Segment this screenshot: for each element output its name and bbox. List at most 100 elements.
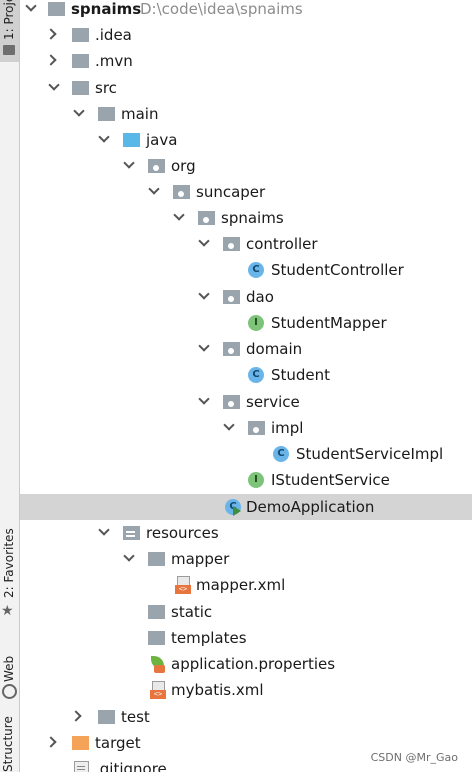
chevron-down-icon[interactable] xyxy=(198,288,210,300)
tree-node-label: test xyxy=(121,708,150,726)
tree-node-mvn[interactable]: .mvn xyxy=(20,48,472,74)
tree-node-label: spnaims xyxy=(71,0,142,18)
chevron-down-icon[interactable] xyxy=(198,393,210,405)
tree-node-label: spnaims xyxy=(221,209,284,227)
folder-icon xyxy=(72,54,89,68)
tree-node-label: StudentServiceImpl xyxy=(296,445,444,463)
tree-node-mapper-xml[interactable]: <> mapper.xml xyxy=(20,572,472,598)
package-icon xyxy=(198,211,215,225)
tree-node-src[interactable]: src xyxy=(20,75,472,101)
tree-node-dao[interactable]: dao xyxy=(20,284,472,310)
folder-icon xyxy=(98,107,115,121)
tree-node-label: mybatis.xml xyxy=(171,681,264,699)
chevron-down-icon[interactable] xyxy=(198,235,210,247)
tree-node-label: mapper xyxy=(171,550,230,568)
tool-tab-web[interactable]: Web xyxy=(0,648,19,704)
tree-node-service[interactable]: service xyxy=(20,389,472,415)
tree-node-test[interactable]: test xyxy=(20,704,472,730)
class-icon: C xyxy=(248,367,264,383)
chevron-down-icon[interactable] xyxy=(223,419,235,431)
project-tree: spnaims D:\code\idea\spnaims .idea .mvn … xyxy=(20,0,472,772)
tree-node-idea[interactable]: .idea xyxy=(20,22,472,48)
chevron-right-icon[interactable] xyxy=(70,710,82,722)
chevron-down-icon[interactable] xyxy=(98,524,110,536)
chevron-down-icon[interactable] xyxy=(48,79,60,91)
package-icon xyxy=(223,395,240,409)
tree-node-main[interactable]: main xyxy=(20,101,472,127)
tree-node-impl[interactable]: impl xyxy=(20,415,472,441)
folder-icon xyxy=(148,605,165,619)
tree-node-label: impl xyxy=(271,419,304,437)
tree-node-label: dao xyxy=(246,288,274,306)
globe-icon xyxy=(2,684,17,699)
source-folder-icon xyxy=(123,133,140,147)
tree-node-label: .idea xyxy=(95,26,132,44)
tree-node-label: static xyxy=(171,603,213,621)
tree-node-label: DemoApplication xyxy=(246,498,375,516)
tree-node-application-properties[interactable]: application.properties xyxy=(20,651,472,677)
chevron-down-icon[interactable] xyxy=(123,157,135,169)
project-path: D:\code\idea\spnaims xyxy=(140,0,303,18)
tool-tab-structure[interactable]: Structure xyxy=(0,716,19,772)
class-icon: C xyxy=(273,446,289,462)
resources-folder-icon xyxy=(123,526,140,540)
tree-node-label: src xyxy=(95,79,117,97)
tree-node-label: .mvn xyxy=(95,52,133,70)
excluded-folder-icon xyxy=(72,736,89,750)
tree-node-java[interactable]: java xyxy=(20,127,472,153)
tree-node-mybatis-xml[interactable]: <> mybatis.xml xyxy=(20,677,472,703)
tool-tab-project[interactable]: 1: Project xyxy=(0,0,19,62)
spring-properties-icon xyxy=(150,656,166,673)
tree-node-student[interactable]: C Student xyxy=(20,362,472,388)
chevron-right-icon[interactable] xyxy=(45,736,57,748)
tree-node-istudent-service[interactable]: I IStudentService xyxy=(20,467,472,493)
folder-icon xyxy=(72,28,89,42)
tree-node-spnaims-package[interactable]: spnaims xyxy=(20,205,472,231)
tree-node-templates[interactable]: templates xyxy=(20,625,472,651)
class-icon: C xyxy=(248,262,264,278)
tree-node-mapper-folder[interactable]: mapper xyxy=(20,546,472,572)
chevron-down-icon[interactable] xyxy=(98,131,110,143)
tool-tab-favorites[interactable]: 2: Favorites ★ xyxy=(0,528,19,622)
star-icon: ★ xyxy=(1,603,14,619)
chevron-right-icon[interactable] xyxy=(45,28,57,40)
left-tool-strip: 1: Project 2: Favorites ★ Web Structure xyxy=(0,0,20,772)
chevron-down-icon[interactable] xyxy=(173,209,185,221)
chevron-down-icon[interactable] xyxy=(123,550,135,562)
tree-node-resources[interactable]: resources xyxy=(20,520,472,546)
tree-node-label: templates xyxy=(171,629,247,647)
chevron-right-icon[interactable] xyxy=(45,54,57,66)
chevron-down-icon[interactable] xyxy=(148,183,160,195)
tree-node-label: service xyxy=(246,393,300,411)
tree-node-suncaper[interactable]: suncaper xyxy=(20,179,472,205)
xml-file-icon: <> xyxy=(150,681,166,699)
watermark: CSDN @Mr_Gao xyxy=(370,751,458,764)
tool-tab-structure-label: Structure xyxy=(1,716,15,772)
tree-node-student-controller[interactable]: C StudentController xyxy=(20,257,472,283)
tree-node-label: resources xyxy=(146,524,219,542)
tree-node-static[interactable]: static xyxy=(20,599,472,625)
interface-icon: I xyxy=(248,315,264,331)
folder-icon xyxy=(72,81,89,95)
tree-node-label: application.properties xyxy=(171,655,336,673)
folder-icon xyxy=(98,710,115,724)
tree-node-label: org xyxy=(171,157,196,175)
tree-node-domain[interactable]: domain xyxy=(20,336,472,362)
tree-node-label: target xyxy=(95,734,141,752)
tree-node-label: java xyxy=(146,131,178,149)
tree-node-student-service-impl[interactable]: C StudentServiceImpl xyxy=(20,441,472,467)
tree-node-label: domain xyxy=(246,340,303,358)
chevron-down-icon[interactable] xyxy=(198,340,210,352)
tree-node-org[interactable]: org xyxy=(20,153,472,179)
chevron-down-icon[interactable] xyxy=(73,105,85,117)
interface-icon: I xyxy=(248,472,264,488)
spring-boot-app-icon: C xyxy=(225,499,241,516)
tree-node-label: StudentController xyxy=(271,261,404,279)
tree-node-student-mapper[interactable]: I StudentMapper xyxy=(20,310,472,336)
tool-tab-project-label: 1: Project xyxy=(2,0,16,40)
tree-node-root[interactable]: spnaims D:\code\idea\spnaims xyxy=(20,0,472,22)
tree-node-controller[interactable]: controller xyxy=(20,231,472,257)
tree-node-demo-application[interactable]: C DemoApplication xyxy=(20,494,472,520)
chevron-down-icon[interactable] xyxy=(25,0,37,12)
package-icon xyxy=(223,342,240,356)
